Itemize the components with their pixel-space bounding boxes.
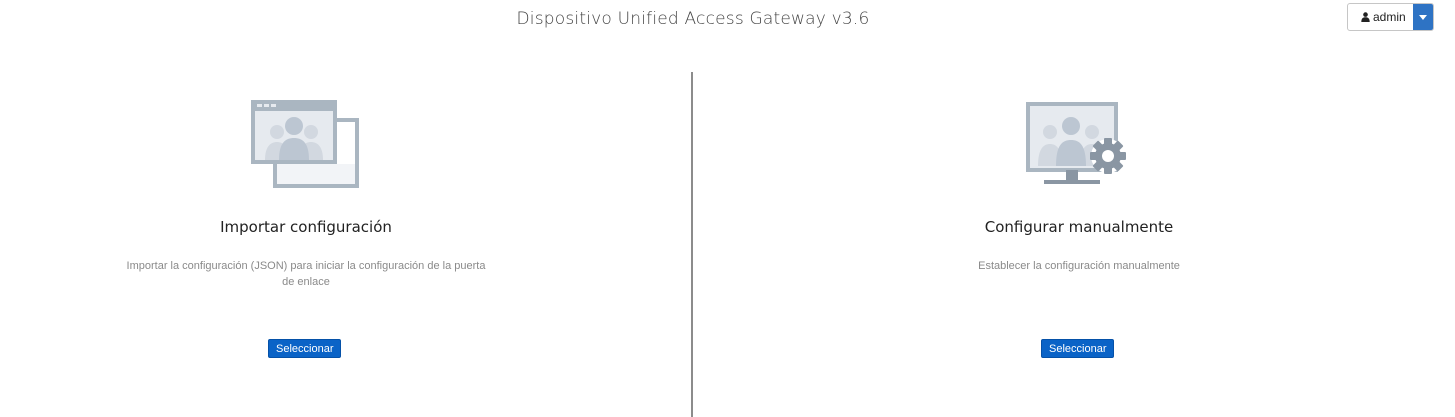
panel-divider <box>691 72 693 417</box>
manual-select-button[interactable]: Seleccionar <box>1041 339 1115 358</box>
user-icon <box>1361 12 1370 22</box>
monitor-gear-icon <box>1026 102 1126 184</box>
caret-down-icon <box>1418 14 1427 20</box>
manual-config-title: Configurar manualmente <box>984 218 1174 236</box>
import-config-description: Importar la configuración (JSON) para in… <box>126 260 486 288</box>
import-windows-icon <box>251 100 359 188</box>
user-button[interactable]: admin <box>1348 4 1413 30</box>
user-label: admin <box>1373 10 1406 24</box>
import-config-title: Importar configuración <box>220 218 392 236</box>
import-config-panel: Importar configuración Importar la confi… <box>106 90 506 358</box>
user-menu[interactable]: admin <box>1347 3 1434 31</box>
manual-config-description: Establecer la configuración manualmente <box>978 260 1180 272</box>
manual-config-panel: Configurar manualmente Establecer la con… <box>879 90 1279 358</box>
import-select-button[interactable]: Seleccionar <box>268 339 342 358</box>
user-dropdown-toggle[interactable] <box>1412 4 1433 30</box>
page-title: Dispositivo Unified Access Gateway v3.6 <box>516 9 870 29</box>
